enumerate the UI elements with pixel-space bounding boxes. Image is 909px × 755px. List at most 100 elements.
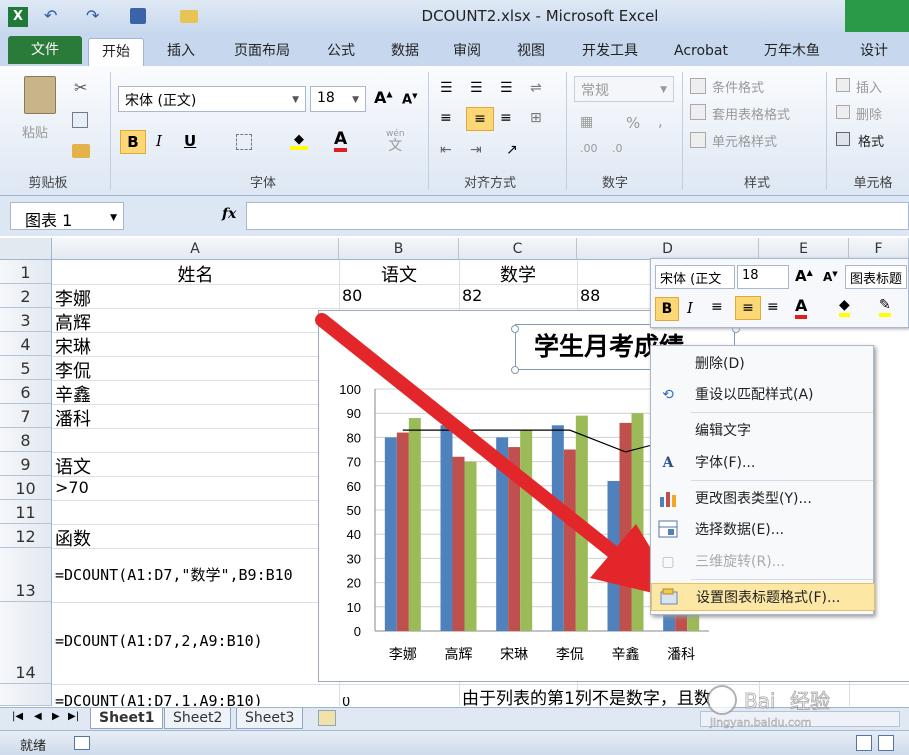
align-middle-icon[interactable]: ☰ xyxy=(470,80,483,96)
fill-color-icon[interactable]: ◆ xyxy=(290,132,308,150)
row-header-14[interactable]: 14 xyxy=(0,602,52,684)
mini-element-select[interactable]: 图表标题 xyxy=(845,265,907,289)
mini-bold-button[interactable]: B xyxy=(655,297,679,321)
select-all-corner[interactable] xyxy=(0,238,52,260)
align-center-icon[interactable]: ≡ xyxy=(466,107,494,131)
font-size-select[interactable]: 18 ▼ xyxy=(310,86,366,112)
row-header-12[interactable]: 12 xyxy=(0,524,52,548)
sheet-tab-sheet3[interactable]: Sheet3 xyxy=(236,708,304,729)
sheet-nav-last-icon[interactable]: ▶| xyxy=(68,711,79,722)
menu-item-delete[interactable]: 删除(D) xyxy=(651,350,875,378)
column-header-F[interactable]: F xyxy=(849,238,909,260)
tab-insert[interactable]: 插入 xyxy=(156,38,206,66)
open-icon[interactable] xyxy=(180,10,198,23)
mini-align-center-icon[interactable]: ≡ xyxy=(735,296,761,320)
row-header-7[interactable]: 7 xyxy=(0,404,52,428)
cell-styles-button[interactable]: 单元格样式 xyxy=(712,131,777,150)
column-header-A[interactable]: A xyxy=(52,238,339,260)
grow-font-icon[interactable]: A▲ xyxy=(374,88,393,107)
row-header-2[interactable]: 2 xyxy=(0,284,52,308)
page-layout-view-icon[interactable] xyxy=(878,735,894,751)
save-icon[interactable] xyxy=(130,8,146,24)
cell-B2[interactable]: 80 xyxy=(342,286,362,305)
tab-home[interactable]: 开始 xyxy=(88,38,144,66)
cell-A2[interactable]: 李娜 xyxy=(55,285,91,311)
font-name-select[interactable]: 宋体 (正文) ▼ xyxy=(118,86,306,112)
tab-developer[interactable]: 开发工具 xyxy=(570,38,650,66)
column-header-B[interactable]: B xyxy=(339,238,459,260)
column-header-D[interactable]: D xyxy=(577,238,759,260)
normal-view-icon[interactable] xyxy=(856,735,872,751)
tab-review[interactable]: 审阅 xyxy=(442,38,492,66)
tab-formulas[interactable]: 公式 xyxy=(316,38,366,66)
format-cells-button[interactable]: 格式 xyxy=(858,131,884,150)
name-box[interactable]: 图表 1 ▼ xyxy=(10,202,124,230)
currency-icon[interactable]: ▦ xyxy=(580,114,593,130)
copy-icon[interactable] xyxy=(72,112,88,128)
column-header-E[interactable]: E xyxy=(759,238,849,260)
cell-D2[interactable]: 88 xyxy=(580,286,600,305)
cut-icon[interactable]: ✂ xyxy=(74,78,87,97)
cell-A14[interactable]: =DCOUNT(A1:D7,2,A9:B10) xyxy=(55,632,263,650)
cell-C15[interactable]: 由于列表的第1列不是数字，且数 xyxy=(462,684,711,706)
cell-A12[interactable]: 函数 xyxy=(55,525,91,551)
shrink-font-icon[interactable]: A▼ xyxy=(402,92,417,107)
cell-C1[interactable]: 数学 xyxy=(459,261,577,287)
row-header-11[interactable]: 11 xyxy=(0,500,52,524)
cell-A15[interactable]: =DCOUNT(A1:D7,1,A9:B10) xyxy=(55,694,263,706)
mini-shrink-font-icon[interactable]: A▼ xyxy=(823,270,838,284)
cell-A4[interactable]: 宋琳 xyxy=(55,333,91,359)
row-header-13[interactable]: 13 xyxy=(0,548,52,602)
decrease-indent-icon[interactable]: ⇤ xyxy=(440,142,452,158)
fx-button[interactable]: fx xyxy=(222,206,236,222)
minimize-button[interactable] xyxy=(845,0,909,32)
cell-C2[interactable]: 82 xyxy=(462,286,482,305)
menu-item-font[interactable]: A 字体(F)... xyxy=(651,449,875,477)
conditional-format-button[interactable]: 条件格式 xyxy=(712,77,764,96)
mini-font-select[interactable]: 宋体 (正文 xyxy=(655,265,735,289)
cell-A13[interactable]: =DCOUNT(A1:D7,"数学",B9:B10 xyxy=(55,564,319,585)
mini-grow-font-icon[interactable]: A▲ xyxy=(795,267,813,285)
sheet-nav-first-icon[interactable]: |◀ xyxy=(12,711,23,722)
mini-align-left-icon[interactable]: ≡ xyxy=(711,299,723,315)
border-icon[interactable] xyxy=(236,134,252,150)
menu-item-reset-style[interactable]: ⟲ 重设以匹配样式(A) xyxy=(651,381,875,409)
decrease-decimal-icon[interactable]: .0 xyxy=(612,142,623,155)
delete-cells-button[interactable]: 删除 xyxy=(856,104,882,123)
orientation-icon[interactable]: ↗ xyxy=(506,142,518,158)
cell-A9[interactable]: 语文 xyxy=(55,453,91,479)
horizontal-scrollbar[interactable] xyxy=(700,711,900,727)
align-bottom-icon[interactable]: ☰ xyxy=(500,80,513,96)
redo-icon[interactable]: ↷ xyxy=(86,6,99,25)
tab-design[interactable]: 设计 xyxy=(848,38,900,66)
mini-align-right-icon[interactable]: ≡ xyxy=(767,299,779,315)
cell-A7[interactable]: 潘科 xyxy=(55,405,91,431)
percent-button[interactable]: % xyxy=(626,114,640,132)
sheet-tab-sheet1[interactable]: Sheet1 xyxy=(90,708,164,729)
align-top-icon[interactable]: ☰ xyxy=(440,80,453,96)
insert-cells-button[interactable]: 插入 xyxy=(856,77,882,96)
mini-fill-color-icon[interactable]: ◆ xyxy=(839,297,850,317)
menu-item-select-data[interactable]: 选择数据(E)... xyxy=(651,516,875,544)
cell-B15[interactable]: 0 xyxy=(342,697,350,706)
row-header-4[interactable]: 4 xyxy=(0,332,52,356)
number-format-select[interactable]: 常规 ▼ xyxy=(574,76,674,102)
align-right-icon[interactable]: ≡ xyxy=(500,110,512,126)
row-header-5[interactable]: 5 xyxy=(0,356,52,380)
comma-button[interactable]: , xyxy=(658,112,663,130)
mini-font-color-icon[interactable]: A xyxy=(795,297,808,319)
tab-data[interactable]: 数据 xyxy=(380,38,430,66)
cell-A10[interactable]: >70 xyxy=(55,478,89,497)
row-header-1[interactable]: 1 xyxy=(0,260,52,284)
menu-item-format-title[interactable]: 设置图表标题格式(F)... xyxy=(651,583,875,611)
cell-A5[interactable]: 李侃 xyxy=(55,357,91,383)
align-left-icon[interactable]: ≡ xyxy=(440,110,452,126)
paste-button[interactable]: 粘贴 xyxy=(22,122,48,141)
formula-input[interactable] xyxy=(246,202,909,230)
sheet-nav-next-icon[interactable]: ▶ xyxy=(52,711,60,722)
font-color-icon[interactable]: A xyxy=(334,130,348,152)
menu-item-change-chart-type[interactable]: 更改图表类型(Y)... xyxy=(651,485,875,513)
row-header-10[interactable]: 10 xyxy=(0,476,52,500)
mini-size-select[interactable]: 18 xyxy=(737,265,789,289)
italic-button[interactable]: I xyxy=(156,132,162,150)
